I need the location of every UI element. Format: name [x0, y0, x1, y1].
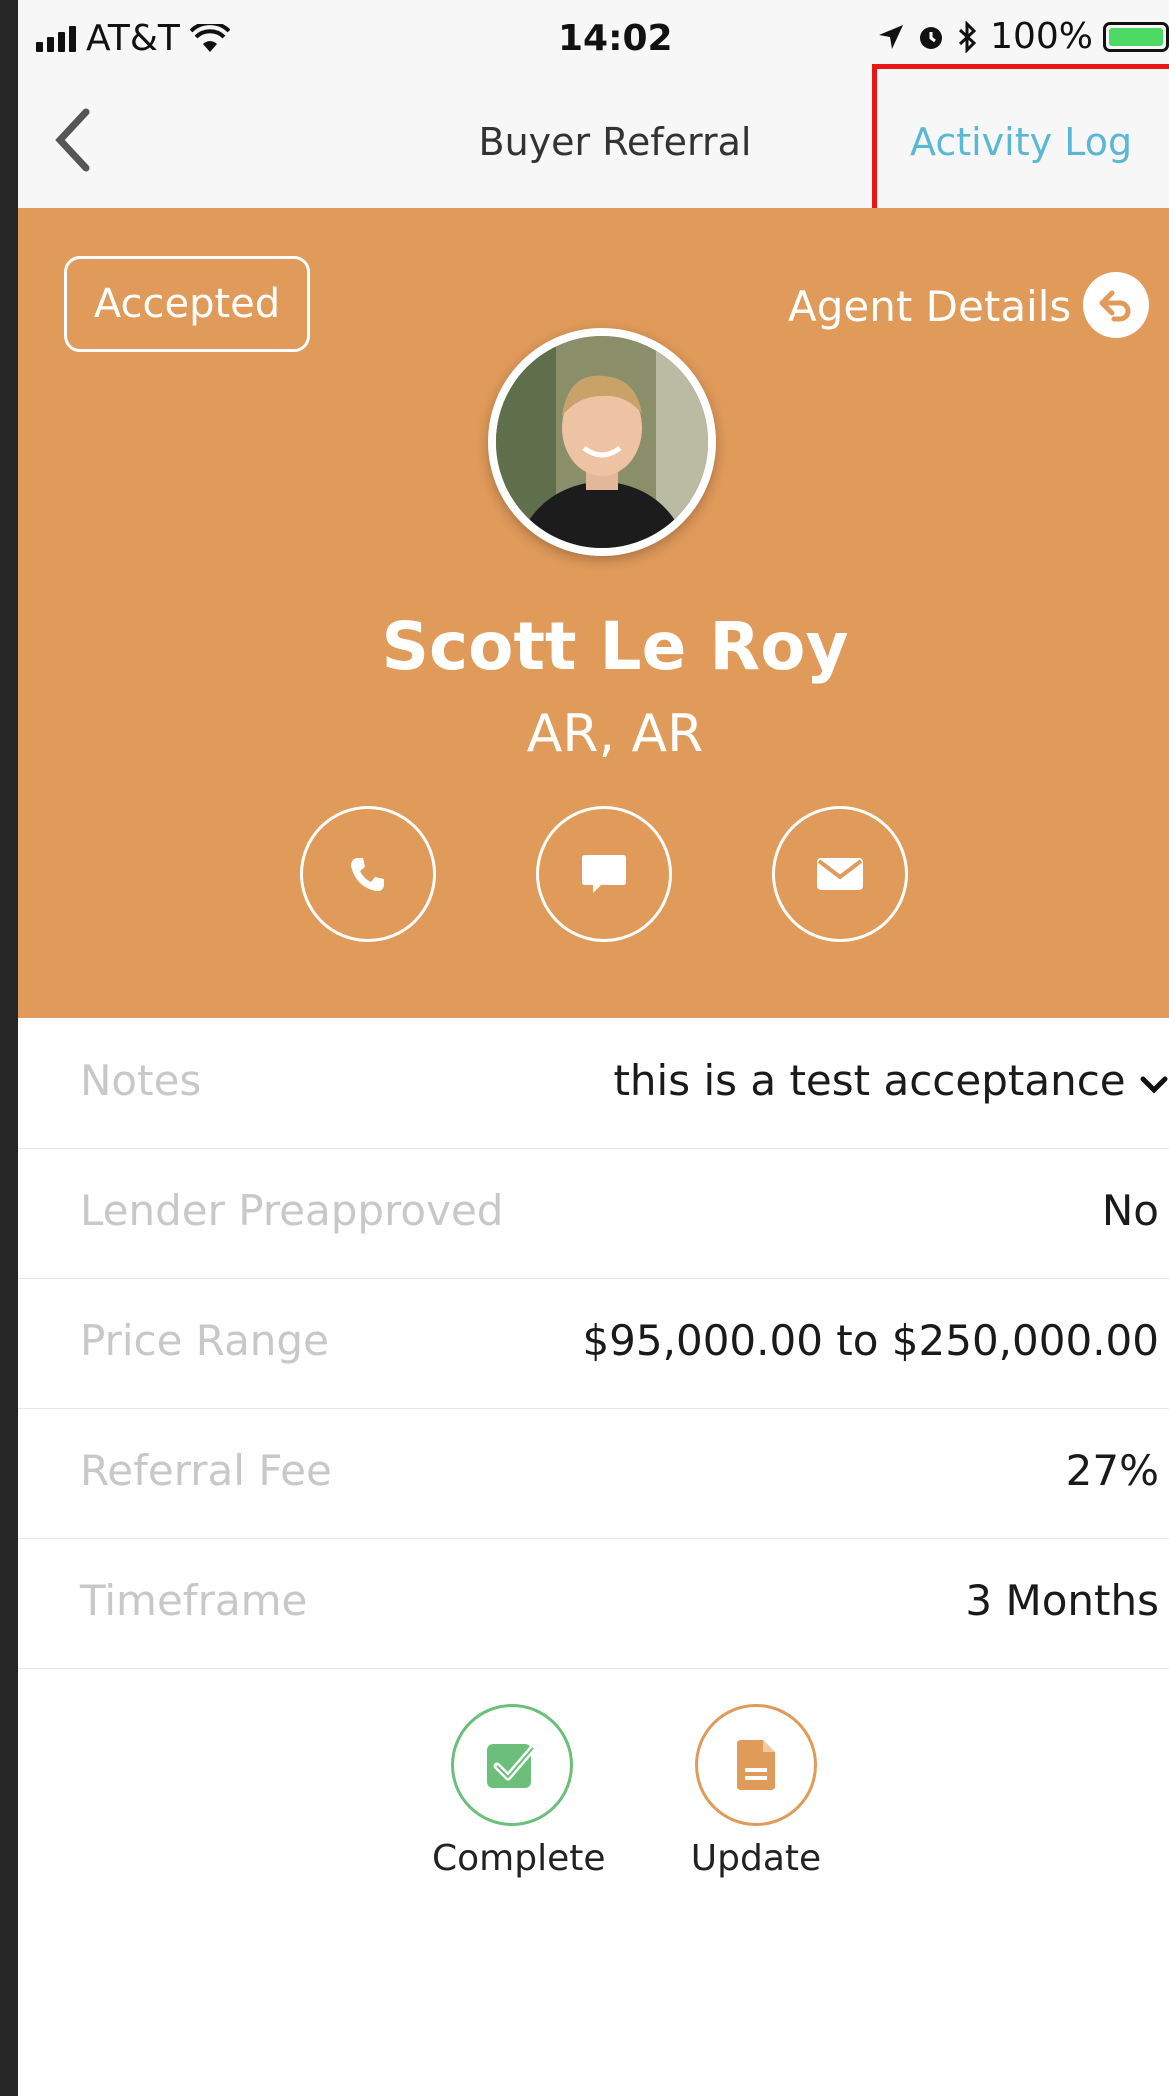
carrier-label: AT&T [86, 18, 180, 59]
check-icon [487, 1744, 537, 1788]
complete-circle [451, 1704, 573, 1826]
agent-location: AR, AR [526, 704, 704, 764]
update-label: Update [690, 1838, 822, 1879]
battery-icon [1103, 21, 1169, 52]
detail-label: Referral Fee [80, 1446, 332, 1495]
detail-row-price-range: Price Range $95,000.00 to $250,000.00 [18, 1278, 1169, 1409]
mail-icon [817, 858, 863, 890]
detail-label: Notes [80, 1056, 202, 1105]
detail-row-lender-preapproved: Lender Preapproved No [18, 1148, 1169, 1279]
detail-label: Timeframe [80, 1576, 308, 1625]
phone-icon [351, 858, 384, 892]
status-time: 14:02 [558, 18, 673, 59]
agent-hero: Accepted Agent Details Scott Le Roy AR, … [18, 208, 1169, 1018]
activity-log-link[interactable]: Activity Log [910, 120, 1132, 164]
chat-icon [582, 855, 626, 893]
phone-screen: AT&T 14:02 100% Buyer Referral Activity … [18, 0, 1169, 2096]
update-circle [695, 1704, 817, 1826]
detail-row-notes[interactable]: Notes this is a test acceptance [18, 1018, 1169, 1149]
signal-icon [36, 25, 76, 52]
wifi-icon [189, 23, 230, 52]
chevron-down-icon [1140, 1076, 1168, 1094]
detail-label: Price Range [80, 1316, 329, 1365]
avatar [488, 328, 716, 556]
nav-bar: Buyer Referral Activity Log [18, 80, 1169, 209]
status-right: 100% [876, 16, 1169, 57]
status-badge: Accepted [64, 256, 310, 352]
document-icon [737, 1740, 775, 1790]
detail-value: 27% [1065, 1446, 1159, 1495]
battery-percent: 100% [990, 16, 1093, 57]
detail-row-referral-fee: Referral Fee 27% [18, 1408, 1169, 1539]
detail-value: this is a test acceptance [613, 1056, 1169, 1105]
detail-value: No [1101, 1186, 1159, 1235]
status-bar: AT&T 14:02 100% [18, 0, 1169, 80]
detail-value: 3 Months [965, 1576, 1159, 1625]
notes-value: this is a test acceptance [613, 1056, 1126, 1105]
bluetooth-icon [959, 20, 977, 53]
detail-value: $95,000.00 to $250,000.00 [582, 1316, 1159, 1365]
reply-arrow-icon[interactable] [1083, 272, 1149, 338]
alarm-icon [920, 26, 943, 49]
location-icon [879, 24, 904, 49]
complete-button[interactable]: Complete [432, 1704, 606, 1879]
detail-label: Lender Preapproved [80, 1186, 504, 1235]
detail-row-timeframe: Timeframe 3 Months [18, 1538, 1169, 1669]
agent-details-link[interactable]: Agent Details [788, 282, 1071, 331]
agent-name: Scott Le Roy [381, 608, 849, 685]
call-button[interactable] [300, 806, 436, 942]
complete-label: Complete [432, 1838, 606, 1879]
message-button[interactable] [536, 806, 672, 942]
email-button[interactable] [772, 806, 908, 942]
status-left: AT&T [36, 18, 230, 59]
update-button[interactable]: Update [676, 1704, 836, 1879]
